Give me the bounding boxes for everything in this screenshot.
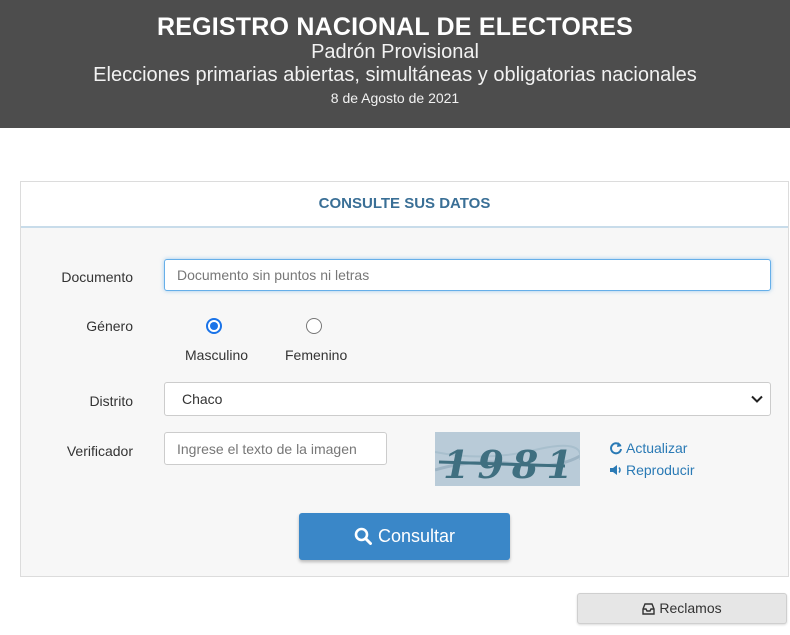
captcha-input[interactable] xyxy=(164,432,387,465)
femenino-label[interactable]: Femenino xyxy=(285,347,347,363)
refresh-label[interactable]: Actualizar xyxy=(626,440,687,456)
panel-heading: CONSULTE SUS DATOS xyxy=(21,182,788,228)
search-icon xyxy=(354,527,372,545)
documento-input[interactable] xyxy=(164,259,771,291)
distrito-selected-value: Chaco xyxy=(182,391,223,407)
inbox-icon xyxy=(642,603,656,615)
speaker-icon xyxy=(610,465,621,475)
distrito-select[interactable]: Chaco xyxy=(164,382,771,416)
election-date: 8 de Agosto de 2021 xyxy=(330,90,460,106)
page-subtitle: Padrón Provisional xyxy=(311,41,479,63)
reclamos-label[interactable]: Reclamos xyxy=(659,600,721,616)
consultar-button[interactable]: Consultar xyxy=(299,513,510,560)
refresh-icon xyxy=(610,442,622,455)
reclamos-button[interactable]: Reclamos xyxy=(577,593,787,624)
masculino-label[interactable]: Masculino xyxy=(185,347,248,363)
genero-label: Género xyxy=(86,318,133,334)
verificador-label: Verificador xyxy=(66,443,133,459)
refresh-captcha-link[interactable]: Actualizar xyxy=(609,440,687,456)
election-name: Elecciones primarias abiertas, simultáne… xyxy=(93,64,697,86)
play-label[interactable]: Reproducir xyxy=(626,462,694,478)
masculino-radio[interactable] xyxy=(206,318,222,334)
play-captcha-link[interactable]: Reproducir xyxy=(609,462,694,478)
page-header: REGISTRO NACIONAL DE ELECTORES Padrón Pr… xyxy=(0,0,790,128)
distrito-label: Distrito xyxy=(89,393,133,409)
femenino-radio[interactable] xyxy=(306,318,322,334)
captcha-image: 1981 xyxy=(434,432,582,487)
documento-label: Documento xyxy=(61,269,133,285)
page-title: REGISTRO NACIONAL DE ELECTORES xyxy=(157,13,633,41)
chevron-down-icon xyxy=(751,395,763,403)
captcha-graphic: 1981 xyxy=(434,432,582,487)
consultar-label[interactable]: Consultar xyxy=(378,526,455,546)
